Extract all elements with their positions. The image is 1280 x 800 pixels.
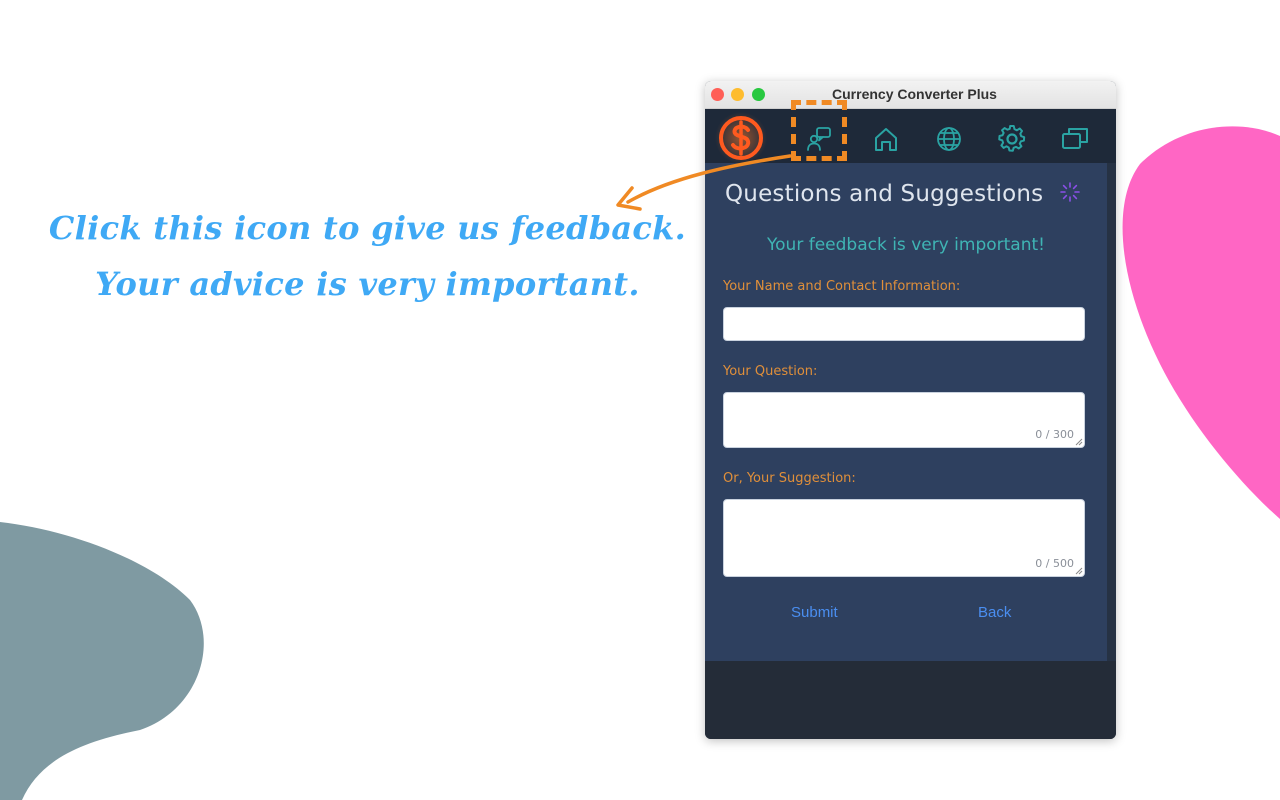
submit-button[interactable]: Submit bbox=[791, 604, 838, 621]
question-character-counter: 0 / 300 bbox=[1035, 428, 1074, 441]
globe-icon[interactable] bbox=[929, 119, 969, 159]
suggestion-textarea[interactable]: 0 / 500 bbox=[723, 499, 1085, 577]
screen: Click this icon to give us feedback. You… bbox=[0, 0, 1280, 800]
promo-line-2: Your advice is very important. bbox=[95, 265, 640, 303]
toolbar bbox=[705, 100, 1116, 165]
windows-icon[interactable] bbox=[1055, 119, 1095, 159]
feedback-subheading: Your feedback is very important! bbox=[767, 235, 1045, 255]
gray-decorative-blob bbox=[0, 522, 204, 800]
feedback-icon-highlight bbox=[791, 100, 847, 161]
loading-spinner-icon bbox=[1060, 182, 1080, 202]
question-textarea[interactable]: 0 / 300 bbox=[723, 392, 1085, 448]
app-window: Currency Converter Plus Questions and Su… bbox=[705, 81, 1116, 739]
name-contact-input[interactable] bbox=[723, 307, 1085, 341]
back-button[interactable]: Back bbox=[978, 604, 1011, 621]
gear-icon[interactable] bbox=[992, 119, 1032, 159]
dollar-logo-icon[interactable] bbox=[715, 112, 767, 164]
promo-caption: Click this icon to give us feedback. You… bbox=[40, 200, 695, 312]
feedback-panel: Questions and Suggestions Your feedback … bbox=[705, 163, 1107, 661]
resize-grip-icon[interactable] bbox=[1075, 438, 1083, 446]
promo-line-1: Click this icon to give us feedback. bbox=[48, 209, 687, 247]
suggestion-label: Or, Your Suggestion: bbox=[723, 471, 856, 486]
resize-grip-icon[interactable] bbox=[1075, 567, 1083, 575]
question-label: Your Question: bbox=[723, 364, 818, 379]
window-title: Currency Converter Plus bbox=[832, 86, 997, 102]
panel-scroll-edge bbox=[1107, 163, 1116, 661]
home-icon[interactable] bbox=[866, 119, 906, 159]
page-title: Questions and Suggestions bbox=[725, 181, 1044, 207]
window-bottom-area bbox=[705, 661, 1116, 739]
title-bar: Currency Converter Plus bbox=[705, 81, 1116, 109]
suggestion-character-counter: 0 / 500 bbox=[1035, 557, 1074, 570]
name-contact-label: Your Name and Contact Information: bbox=[723, 279, 961, 294]
pink-decorative-blob bbox=[1122, 126, 1280, 520]
